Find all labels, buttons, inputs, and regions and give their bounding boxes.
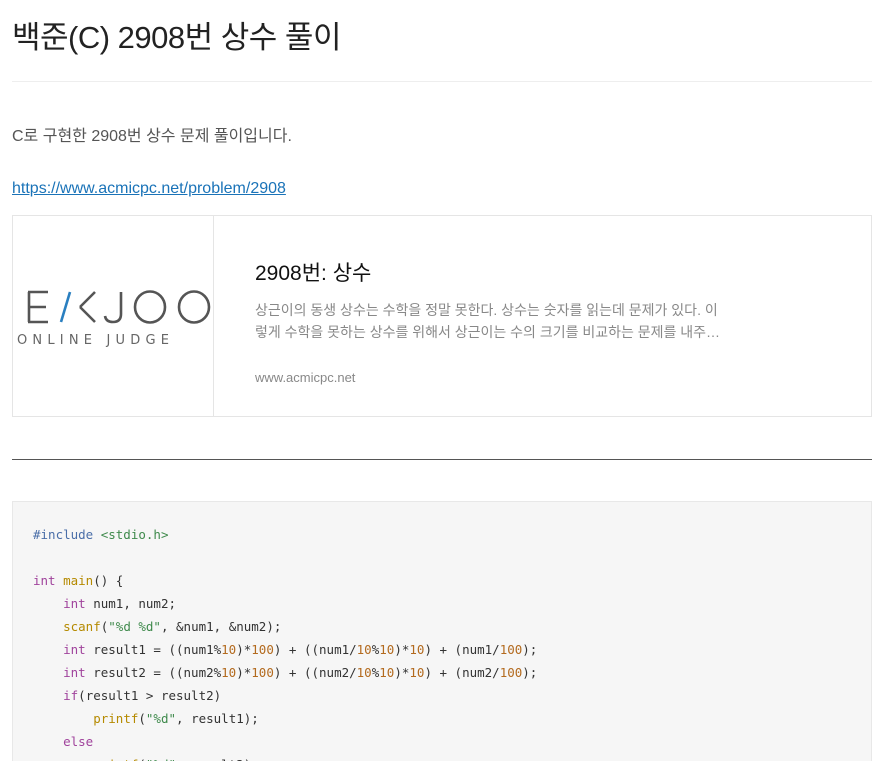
code-token: 100	[499, 642, 523, 657]
code-token: 10	[379, 642, 395, 657]
code-line: int main() {	[33, 569, 537, 592]
post-title: 백준(C) 2908번 상수 풀이	[12, 20, 341, 55]
code-token: ) + (num1/	[424, 642, 500, 657]
logo-letter-o1	[133, 290, 167, 324]
code-token: () {	[93, 573, 124, 588]
card-description: 상근이의 동생 상수는 수학을 정말 못한다. 상수는 숫자를 읽는데 문제가 …	[255, 302, 721, 340]
code-token: , result2);	[176, 757, 259, 761]
title-divider	[12, 81, 872, 82]
code-token: (	[138, 757, 146, 761]
logo-letter-j	[103, 292, 123, 324]
logo-letter-k	[59, 291, 96, 323]
code-token: 10	[356, 642, 372, 657]
code-token: main	[63, 573, 94, 588]
code-line: #include <stdio.h>	[33, 523, 537, 546]
code-token: 10	[221, 642, 237, 657]
code-token: else	[63, 734, 94, 749]
code-line: if(result1 > result2)	[33, 684, 537, 707]
code-token: )*	[236, 665, 252, 680]
code-line: else	[33, 730, 537, 753]
logo-letter-e	[27, 290, 48, 324]
code-token: );	[522, 642, 538, 657]
code-token: , result1);	[176, 711, 259, 726]
code-token: 100	[499, 665, 523, 680]
card-thumbnail[interactable]: ONLINE JUDGE	[13, 216, 214, 416]
code-token: result2 = ((num2%	[85, 665, 222, 680]
code-token: 10	[356, 665, 372, 680]
code-token: int	[63, 596, 86, 611]
code-token: <stdio.h>	[100, 527, 169, 542]
code-token: );	[522, 665, 538, 680]
code-token: 100	[251, 642, 274, 657]
problem-link[interactable]: https://www.acmicpc.net/problem/2908	[12, 180, 286, 198]
code-token: int	[33, 573, 56, 588]
code-token: 10	[409, 665, 425, 680]
code-token: ) + ((num1/	[273, 642, 357, 657]
code-token: (result1 > result2)	[78, 688, 222, 703]
code-line: printf("%d", result2);	[33, 753, 537, 761]
code-line: int result2 = ((num2%10)*100) + ((num2/1…	[33, 661, 537, 684]
code-token: )*	[394, 642, 410, 657]
code-token: int	[63, 642, 86, 657]
code-token: )*	[236, 642, 252, 657]
code-token: result1 = ((num1%	[85, 642, 222, 657]
code-block: #include <stdio.h> int main() { int num1…	[12, 501, 872, 761]
code-token: "%d %d"	[108, 619, 161, 634]
code-token: #include	[33, 527, 101, 542]
code-token: scanf	[63, 619, 101, 634]
card-domain: www.acmicpc.net	[255, 370, 356, 385]
code-token: (	[138, 711, 146, 726]
code-line: printf("%d", result1);	[33, 707, 537, 730]
code-token: ) + ((num2/	[273, 665, 357, 680]
code-line: scanf("%d %d", &num1, &num2);	[33, 615, 537, 638]
code-token: "%d"	[146, 757, 176, 761]
code-token: num1, num2;	[85, 596, 176, 611]
code-token: )*	[394, 665, 410, 680]
code-line: int num1, num2;	[33, 592, 537, 615]
code-token: ) + (num2/	[424, 665, 500, 680]
post-intro: C로 구현한 2908번 상수 문제 풀이입니다.	[12, 128, 292, 145]
ekjoo-logo: ONLINE JUDGE	[17, 290, 211, 348]
code-token: 10	[379, 665, 395, 680]
code-token: printf	[93, 757, 138, 761]
code-token: if	[63, 688, 79, 703]
logo-subtitle: ONLINE JUDGE	[17, 333, 174, 348]
code-token: printf	[93, 711, 139, 726]
code-token: 10	[221, 665, 237, 680]
code-token: "%d"	[145, 711, 177, 726]
code-token: 10	[409, 642, 425, 657]
code-line: int result1 = ((num1%10)*100) + ((num1/1…	[33, 638, 537, 661]
link-preview-card[interactable]: ONLINE JUDGE 2908번: 상수 상근이의 동생 상수는 수학을 정…	[12, 215, 872, 417]
code-listing: #include <stdio.h> int main() { int num1…	[33, 523, 537, 761]
code-token: 100	[251, 665, 274, 680]
logo-letter-o2	[177, 290, 211, 324]
section-divider	[12, 459, 872, 460]
code-token: , &num1, &num2);	[160, 619, 282, 634]
card-title: 2908번: 상수	[255, 262, 372, 285]
code-token: int	[63, 665, 86, 680]
